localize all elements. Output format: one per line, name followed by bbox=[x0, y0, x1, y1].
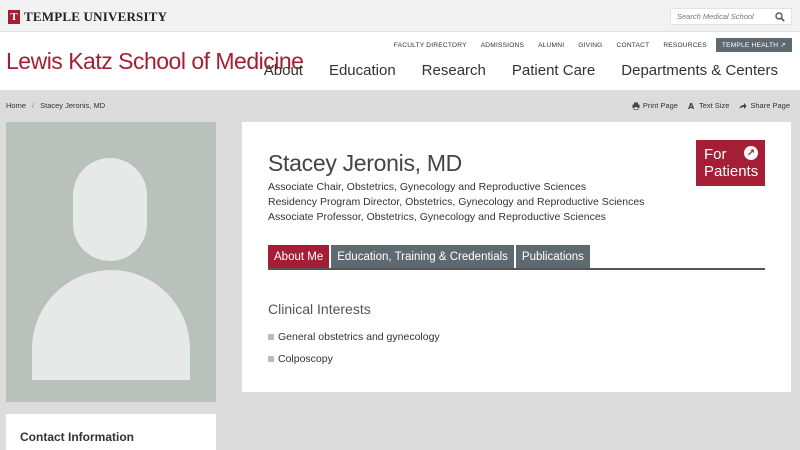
breadcrumb-current: Stacey Jeronis, MD bbox=[40, 101, 106, 110]
print-icon bbox=[632, 102, 640, 110]
svg-text:A: A bbox=[688, 102, 695, 110]
university-bar: T TEMPLE UNIVERSITY bbox=[0, 0, 800, 32]
profile-tabs: About Me Education, Training & Credentia… bbox=[268, 245, 765, 270]
list-item: Colposcopy bbox=[268, 348, 440, 370]
avatar-body-icon bbox=[32, 270, 190, 380]
temple-university-logo[interactable]: T TEMPLE UNIVERSITY bbox=[8, 9, 167, 25]
breadcrumb-separator: / bbox=[32, 101, 35, 110]
profile-card: Stacey Jeronis, MD Associate Chair, Obst… bbox=[242, 122, 791, 392]
breadcrumb: Home / Stacey Jeronis, MD bbox=[6, 101, 105, 110]
search-box bbox=[670, 8, 792, 25]
nav-education[interactable]: Education bbox=[329, 62, 396, 79]
profile-title-line: Associate Chair, Obstetrics, Gynecology … bbox=[268, 181, 587, 193]
profile-titles: Associate Chair, Obstetrics, Gynecology … bbox=[268, 180, 644, 225]
tab-publications[interactable]: Publications bbox=[515, 245, 590, 268]
temple-health-button[interactable]: TEMPLE HEALTH ↗ bbox=[715, 38, 792, 52]
bullet-icon bbox=[268, 356, 274, 362]
nav-about[interactable]: About bbox=[264, 62, 303, 79]
contact-heading: Contact Information bbox=[20, 430, 134, 444]
contact-information-panel: Contact Information bbox=[6, 414, 216, 450]
clinical-interest-text: General obstetrics and gynecology bbox=[278, 331, 440, 343]
for-patients-button[interactable]: For Patients ↗ bbox=[696, 140, 765, 186]
text-size-icon: A bbox=[688, 102, 695, 110]
nav-patient-care[interactable]: Patient Care bbox=[512, 62, 595, 79]
profile-title-line: Associate Professor, Obstetrics, Gynecol… bbox=[268, 211, 606, 223]
breadcrumb-home[interactable]: Home bbox=[6, 101, 26, 110]
share-page-label: Share Page bbox=[750, 101, 790, 110]
temple-t-icon: T bbox=[8, 10, 20, 24]
text-size-label: Text Size bbox=[698, 101, 730, 110]
print-page-label: Print Page bbox=[642, 101, 678, 110]
avatar-head-icon bbox=[73, 158, 147, 261]
print-page-button[interactable]: Print Page bbox=[632, 101, 678, 110]
school-title[interactable]: Lewis Katz School of Medicine bbox=[6, 48, 304, 75]
clinical-interests-heading: Clinical Interests bbox=[268, 301, 371, 317]
util-link-faculty-directory[interactable]: FACULTY DIRECTORY bbox=[387, 42, 474, 49]
share-icon bbox=[739, 102, 748, 109]
share-page-button[interactable]: Share Page bbox=[739, 101, 790, 110]
tab-education-training-credentials[interactable]: Education, Training & Credentials bbox=[331, 245, 514, 268]
clinical-interests-list: General obstetrics and gynecology Colpos… bbox=[268, 326, 440, 370]
utility-nav: FACULTY DIRECTORY ADMISSIONS ALUMNI GIVI… bbox=[387, 38, 792, 52]
site-header: Lewis Katz School of Medicine FACULTY DI… bbox=[0, 32, 800, 90]
main-nav: About Education Research Patient Care De… bbox=[264, 62, 778, 79]
university-name: TEMPLE UNIVERSITY bbox=[24, 9, 168, 24]
util-link-alumni[interactable]: ALUMNI bbox=[531, 42, 571, 49]
nav-departments-centers[interactable]: Departments & Centers bbox=[621, 62, 778, 79]
util-link-admissions[interactable]: ADMISSIONS bbox=[474, 42, 531, 49]
for-patients-label-line2: Patients bbox=[704, 163, 759, 180]
util-link-contact[interactable]: CONTACT bbox=[610, 42, 657, 49]
clinical-interest-text: Colposcopy bbox=[278, 353, 333, 365]
nav-research[interactable]: Research bbox=[422, 62, 486, 79]
bullet-icon bbox=[268, 334, 274, 340]
page-tools: Print Page A Text Size Share Page bbox=[632, 101, 790, 110]
text-size-button[interactable]: A Text Size bbox=[688, 101, 729, 110]
util-link-resources[interactable]: RESOURCES bbox=[656, 42, 714, 49]
list-item: General obstetrics and gynecology bbox=[268, 326, 440, 348]
external-link-icon: ↗ bbox=[744, 146, 758, 160]
profile-title-line: Residency Program Director, Obstetrics, … bbox=[268, 196, 645, 208]
profile-name: Stacey Jeronis, MD bbox=[268, 150, 462, 176]
search-icon[interactable] bbox=[775, 12, 785, 22]
search-input[interactable] bbox=[671, 9, 771, 24]
profile-photo-placeholder bbox=[6, 122, 216, 402]
util-link-giving[interactable]: GIVING bbox=[571, 42, 609, 49]
tab-about-me[interactable]: About Me bbox=[268, 245, 330, 268]
